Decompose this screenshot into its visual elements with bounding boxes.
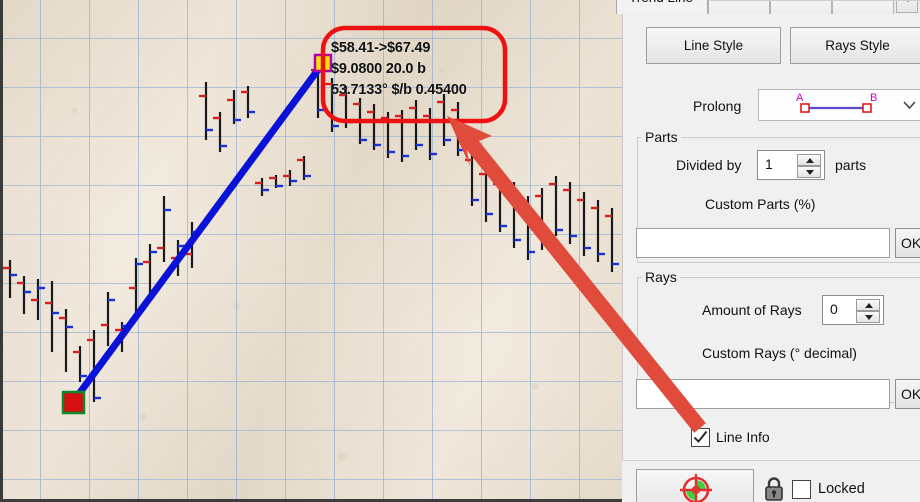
custom-parts-ok-label: OK [901,235,920,251]
line-info-line-2: $9.0800 20.0 b [331,61,426,77]
price-chart-area[interactable] [0,0,622,502]
lock-icon [765,477,783,501]
panel-tabstrip: Trend Line [616,0,920,14]
custom-rays-input[interactable] [636,379,890,409]
chart-left-border [0,0,3,502]
tab-secondary-3[interactable] [832,0,894,14]
prolong-dropdown[interactable]: A B [758,89,920,121]
custom-rays-label: Custom Rays (° decimal) [702,345,857,361]
divided-by-label: Divided by [676,157,742,173]
custom-rays-ok-label: OK [901,386,920,402]
prolong-ab-segment-icon: A B [796,92,877,113]
prolong-label: Prolong [693,98,742,114]
panel-bottom-bar: Locked [622,460,920,502]
line-style-button-label: Line Style [683,38,744,53]
amount-of-rays-label: Amount of Rays [702,302,802,318]
line-info-line-1: $58.41->$67.49 [331,40,431,56]
line-info-label: Line Info [716,429,770,445]
line-info-checkbox[interactable] [691,428,710,447]
screenshot-root: Trend Line Line Style Rays Style Prolong [0,0,920,502]
divided-by-increment[interactable] [797,154,821,166]
custom-parts-ok-button[interactable]: OK [895,228,920,258]
svg-text:A: A [796,92,804,104]
line-style-button[interactable]: Line Style [646,27,781,64]
custom-parts-input[interactable] [636,228,890,258]
locked-label: Locked [818,481,865,497]
triangle-up-icon [806,158,814,163]
line-info-line-3: 53.7133° $/b 0.45400 [331,82,467,98]
custom-parts-label: Custom Parts (%) [705,196,816,212]
chevron-down-icon[interactable] [903,101,916,109]
trend-line-drawing[interactable] [0,0,622,502]
divided-by-stepper[interactable]: 1 [757,150,825,180]
amount-of-rays-stepper[interactable]: 0 [822,295,884,325]
tab-overflow-button[interactable] [896,0,918,13]
amount-of-rays-value: 0 [830,301,838,317]
checkmark-icon [693,430,708,443]
triangle-down-icon [865,315,873,320]
trend-line-properties-panel: Trend Line Line Style Rays Style Prolong [616,0,920,502]
divided-by-decrement[interactable] [797,166,821,178]
triangle-down-icon [806,170,814,175]
tab-trend-line[interactable]: Trend Line [616,0,708,14]
divided-by-value: 1 [765,156,773,172]
rays-group-title: Rays [642,269,680,285]
amount-of-rays-decrement[interactable] [856,311,880,323]
divided-by-spin-buttons[interactable] [797,154,821,178]
tab-secondary-1[interactable] [708,0,770,14]
amount-of-rays-increment[interactable] [856,299,880,311]
triangle-up-icon [865,303,873,308]
amount-of-rays-spin-buttons[interactable] [856,299,880,323]
tab-secondary-2[interactable] [770,0,832,14]
tab-trend-line-label: Trend Line [629,0,693,5]
line-info-readout: $58.41->$67.49 $9.0800 20.0 b 53.7133° $… [331,38,511,101]
target-point-button[interactable] [636,469,754,502]
custom-rays-ok-button[interactable]: OK [895,379,920,409]
svg-text:B: B [870,92,877,104]
parts-suffix-label: parts [835,157,867,173]
rays-style-button[interactable]: Rays Style [790,27,920,64]
crosshair-target-icon [680,474,712,502]
locked-checkbox[interactable] [792,480,811,499]
rays-style-button-label: Rays Style [825,38,890,53]
parts-group-title: Parts [642,129,681,145]
